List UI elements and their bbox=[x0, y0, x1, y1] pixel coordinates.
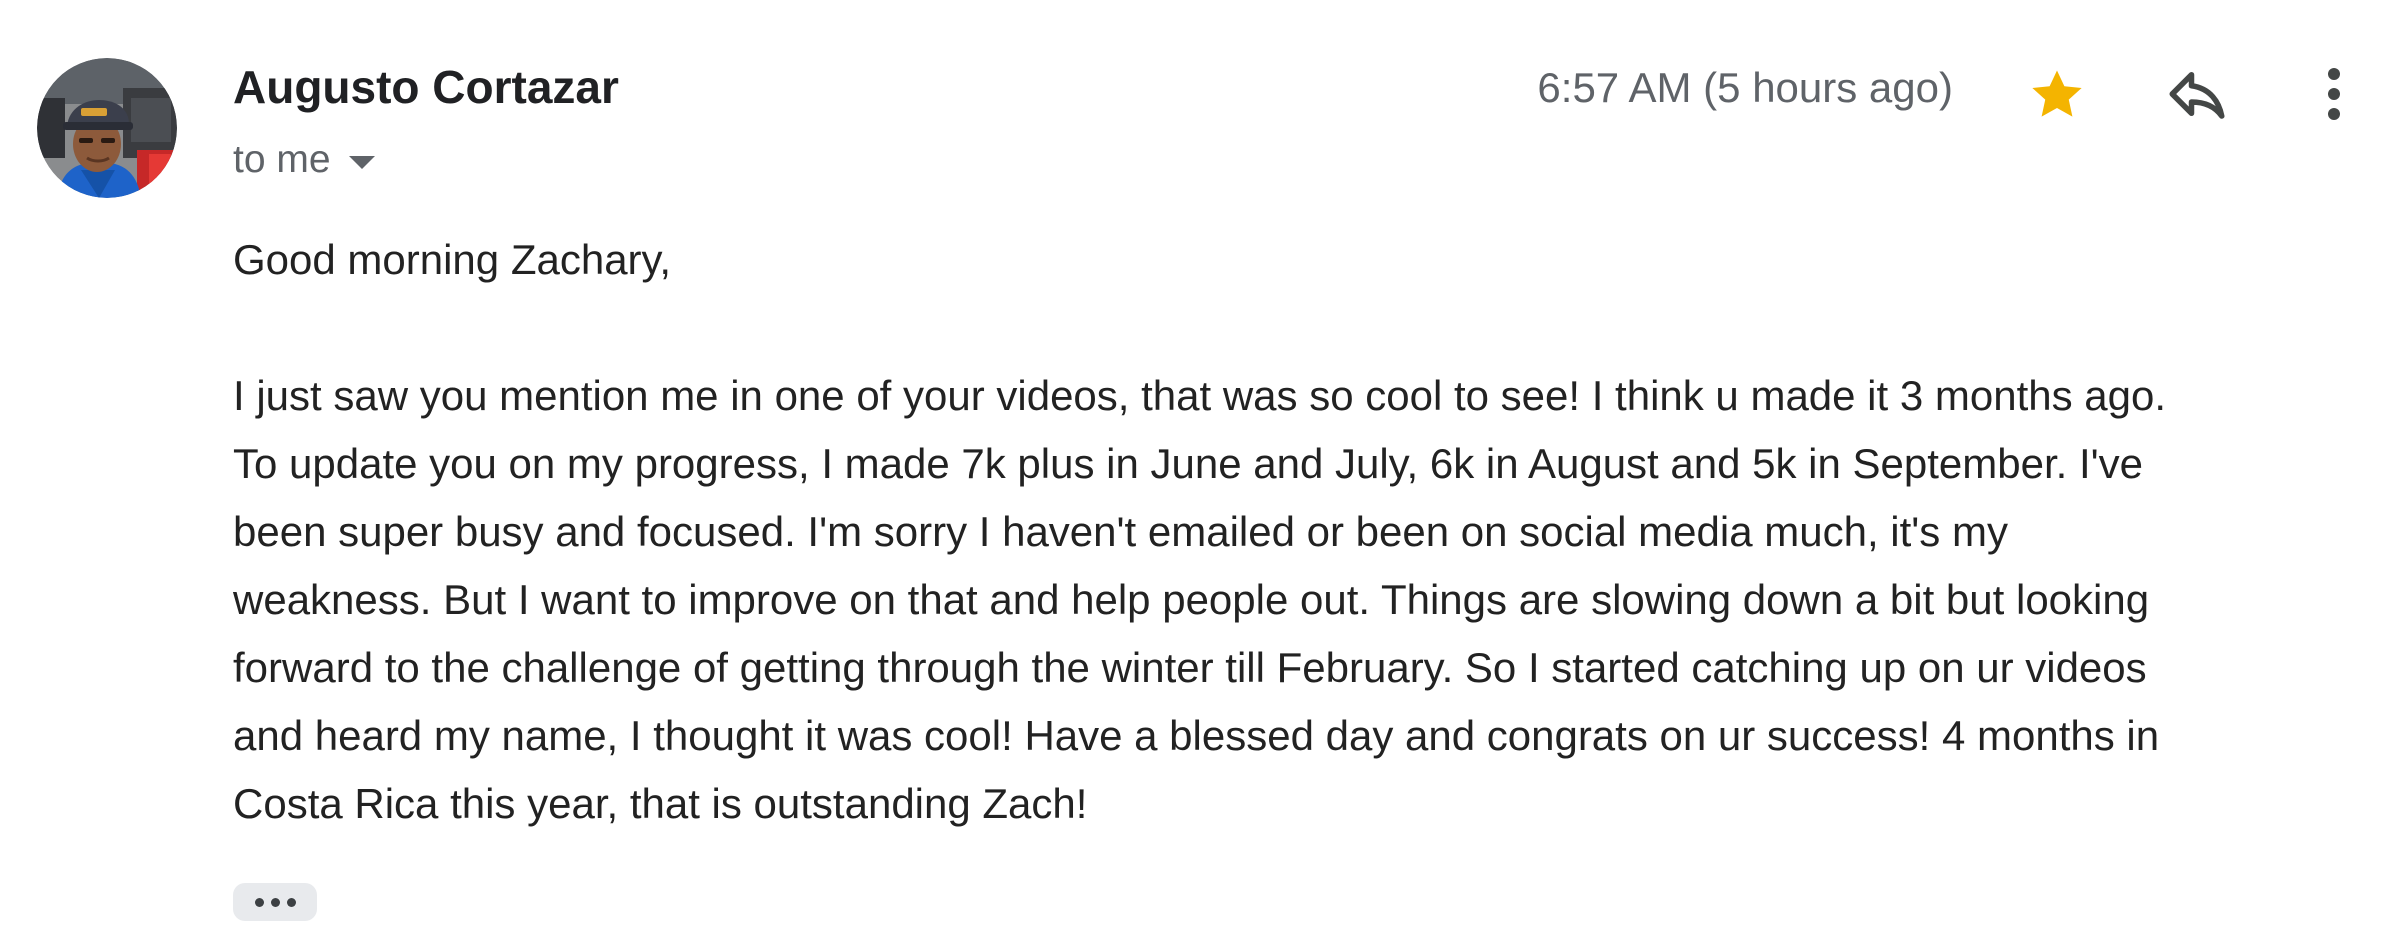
message-paragraph: I just saw you mention me in one of your… bbox=[233, 362, 2368, 838]
sender-name: Augusto Cortazar bbox=[233, 61, 619, 113]
more-options-button[interactable] bbox=[2294, 54, 2374, 134]
reply-button[interactable] bbox=[2157, 54, 2237, 134]
recipient-details-toggle[interactable]: to me bbox=[233, 138, 375, 182]
email-message: Augusto Cortazar to me 6:57 AM (5 hours … bbox=[0, 0, 2398, 942]
ellipsis-dot-icon bbox=[270, 897, 280, 907]
body-line: and heard my name, I thought it was cool… bbox=[233, 712, 2160, 759]
show-trimmed-content-button[interactable] bbox=[233, 883, 317, 921]
greeting-line: Good morning Zachary, bbox=[233, 236, 672, 283]
message-timestamp: 6:57 AM (5 hours ago) bbox=[1537, 64, 1953, 111]
body-line: To update you on my progress, I made 7k … bbox=[233, 440, 2144, 487]
reply-icon bbox=[2169, 72, 2225, 119]
star-icon bbox=[2032, 70, 2082, 117]
caret-down-icon[interactable] bbox=[348, 155, 375, 169]
ellipsis-dot-icon bbox=[254, 897, 264, 907]
ellipsis-dot-icon bbox=[286, 897, 296, 907]
body-line: been super busy and focused. I'm sorry I… bbox=[233, 508, 2008, 555]
body-line: Costa Rica this year, that is outstandin… bbox=[233, 780, 1088, 827]
more-vert-icon bbox=[2328, 68, 2340, 120]
star-button[interactable] bbox=[2017, 55, 2097, 135]
body-line: forward to the challenge of getting thro… bbox=[233, 644, 2147, 691]
message-body: Good morning Zachary, I just saw you men… bbox=[233, 226, 2368, 838]
sender-avatar[interactable] bbox=[37, 58, 177, 198]
body-line: I just saw you mention me in one of your… bbox=[233, 372, 2167, 419]
body-line: weakness. But I want to improve on that … bbox=[233, 576, 2150, 623]
recipient-label: to me bbox=[233, 138, 331, 181]
avatar-photo bbox=[37, 58, 177, 198]
